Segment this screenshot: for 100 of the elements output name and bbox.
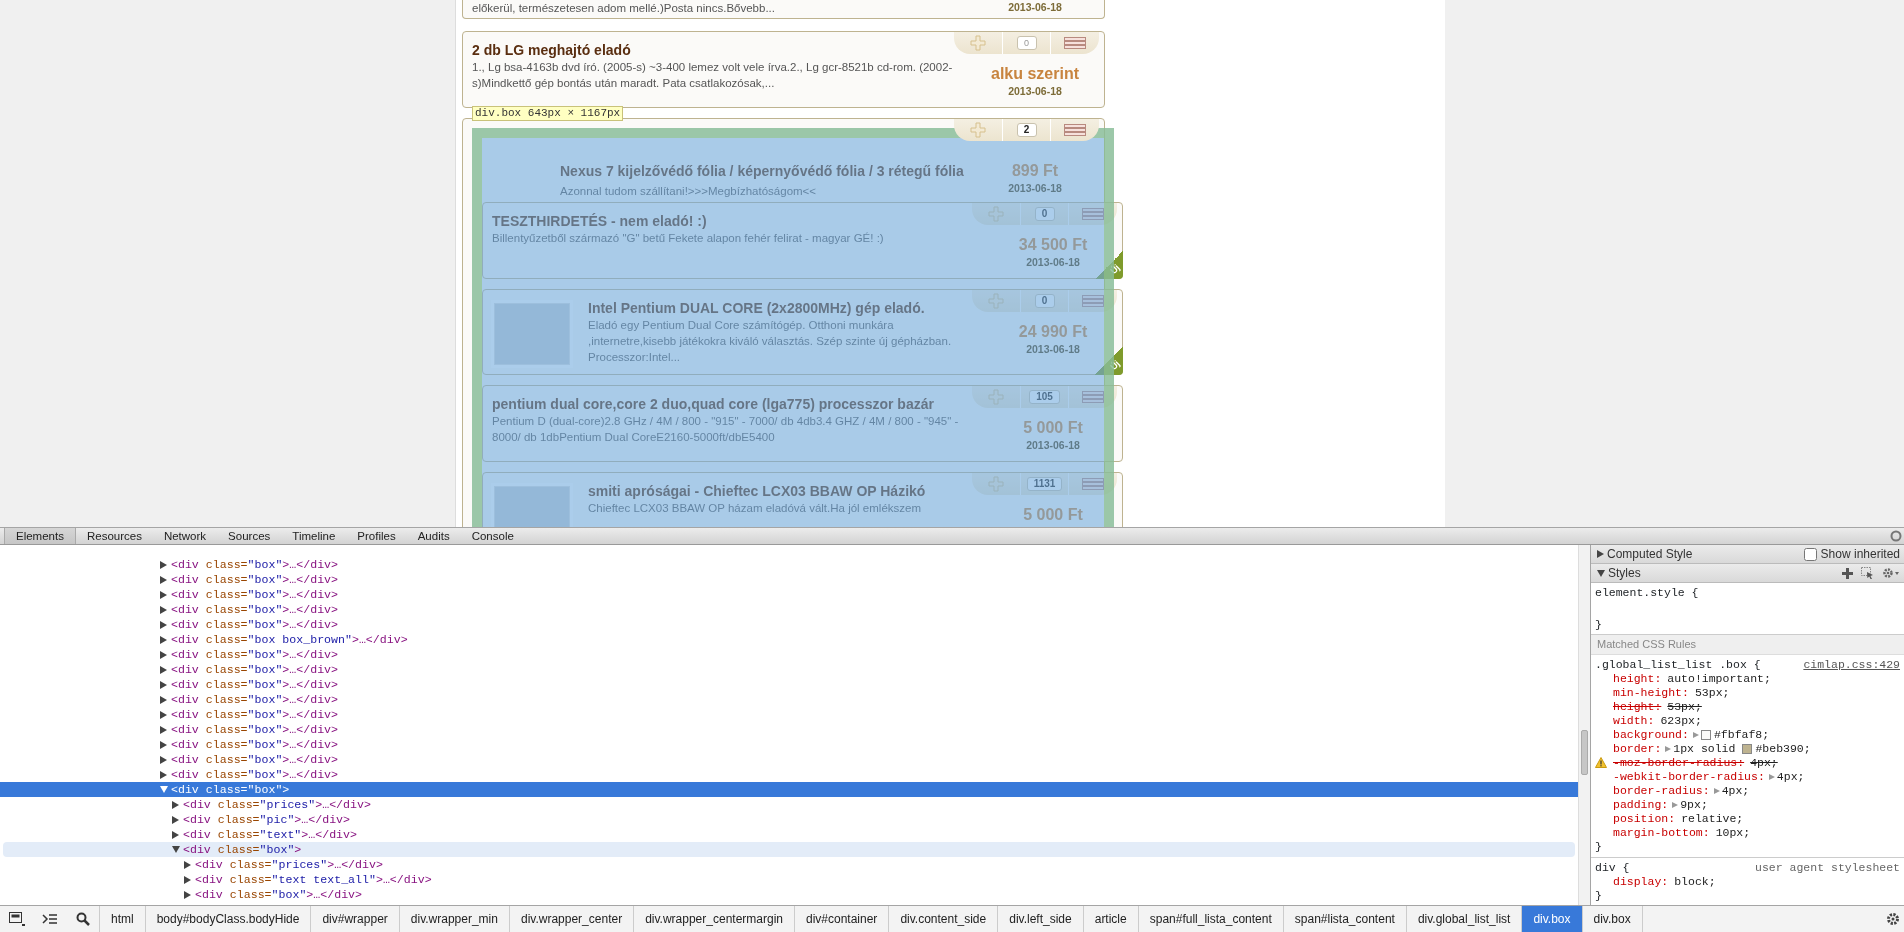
dom-tree-row[interactable]: <div class="prices">…</div>	[0, 857, 1578, 872]
dom-tree-row[interactable]: <div class="box box_brown">…</div>	[0, 632, 1578, 647]
dock-icon[interactable]	[8, 912, 25, 926]
breadcrumb-item[interactable]: div#wrapper	[310, 906, 399, 932]
triangle-right-icon[interactable]	[160, 620, 167, 629]
css-property-name[interactable]: border-radius:	[1613, 783, 1710, 798]
css-property-value[interactable]: #beb390;	[1755, 741, 1811, 756]
devtools-tab[interactable]: Network	[152, 528, 218, 544]
scrollbar[interactable]	[1578, 545, 1590, 905]
scrollbar-thumb[interactable]	[1581, 730, 1588, 775]
triangle-down-icon[interactable]	[172, 846, 180, 853]
triangle-right-icon[interactable]	[184, 890, 191, 899]
color-swatch[interactable]	[1742, 743, 1753, 754]
dom-tree-row[interactable]: <div class="box">…</div>	[0, 692, 1578, 707]
css-property-name[interactable]: min-height:	[1613, 685, 1689, 700]
css-property-name[interactable]: -webkit-border-radius:	[1613, 769, 1765, 784]
css-property-value[interactable]: 1px solid	[1673, 741, 1736, 756]
dom-tree-row[interactable]: <div class="box">…</div>	[0, 887, 1578, 902]
triangle-right-icon[interactable]	[160, 725, 167, 734]
dom-tree-row[interactable]: <div class="box">…</div>	[0, 677, 1578, 692]
triangle-right-icon[interactable]	[160, 650, 167, 659]
css-property-value[interactable]: 53px;	[1667, 699, 1702, 714]
devtools-tab[interactable]: Console	[460, 528, 525, 544]
show-inherited-checkbox[interactable]	[1803, 547, 1817, 561]
dom-tree-row[interactable]: <div class="prices">…</div>	[0, 797, 1578, 812]
dom-tree-row[interactable]: <div class="box">…</div>	[0, 587, 1578, 602]
breadcrumb-item[interactable]: div.box	[1521, 906, 1582, 932]
triangle-right-icon[interactable]	[160, 695, 167, 704]
color-swatch[interactable]	[1700, 729, 1711, 740]
css-property-value[interactable]: 53px;	[1694, 685, 1730, 700]
triangle-right-icon[interactable]	[160, 635, 167, 644]
css-property-name[interactable]: width:	[1613, 713, 1655, 728]
dom-tree-row[interactable]: <div class="box">	[3, 842, 1575, 857]
triangle-right-icon[interactable]	[184, 860, 191, 869]
css-property-value[interactable]: 10px;	[1715, 825, 1751, 840]
css-property-value[interactable]: 9px;	[1680, 797, 1708, 812]
css-property-name[interactable]: margin-bottom:	[1613, 825, 1710, 840]
breadcrumb-item[interactable]: html	[99, 906, 145, 932]
devtools-tab[interactable]: Audits	[406, 528, 461, 544]
triangle-right-icon[interactable]	[160, 710, 167, 719]
dom-tree-row[interactable]: <div class="box">…</div>	[0, 752, 1578, 767]
breadcrumb-item[interactable]: span#lista_content	[1282, 906, 1406, 932]
comment-count-button[interactable]: 2	[1016, 123, 1037, 137]
css-property-name[interactable]: height:	[1613, 671, 1662, 686]
breadcrumb-item[interactable]: div.left_side	[997, 906, 1083, 932]
css-property-name[interactable]: background:	[1613, 727, 1689, 742]
dom-tree-row[interactable]: <div class="box">…</div>	[0, 557, 1578, 572]
breadcrumb-item[interactable]: div.content_side	[888, 906, 998, 932]
gear-icon[interactable]	[1882, 567, 1900, 579]
breadcrumb-item[interactable]: body#bodyClass.bodyHide	[144, 906, 311, 932]
expand-triangle-icon[interactable]	[1665, 745, 1672, 752]
expand-triangle-icon[interactable]	[1768, 773, 1775, 780]
css-property-name[interactable]: border:	[1613, 741, 1662, 756]
expand-triangle-icon[interactable]	[1713, 787, 1720, 794]
triangle-right-icon[interactable]	[160, 755, 167, 764]
css-property-name[interactable]: -moz-border-radius:	[1613, 755, 1745, 770]
triangle-right-icon[interactable]	[160, 575, 167, 584]
css-property-name[interactable]: height:	[1613, 699, 1662, 714]
triangle-right-icon[interactable]	[172, 800, 179, 809]
devtools-tab[interactable]: Elements	[4, 528, 76, 544]
triangle-right-icon[interactable]	[160, 605, 167, 614]
section-title[interactable]: Styles	[1608, 564, 1641, 582]
plus-icon[interactable]	[1842, 567, 1853, 579]
triangle-right-icon[interactable]	[160, 680, 167, 689]
css-property-value[interactable]: block;	[1674, 874, 1716, 889]
search-icon[interactable]	[75, 912, 90, 926]
dom-tree-row[interactable]: <div class="box">…</div>	[0, 617, 1578, 632]
section-title[interactable]: Computed Style	[1607, 545, 1693, 563]
dom-tree-row[interactable]: <div class="box">…</div>	[0, 737, 1578, 752]
triangle-right-icon[interactable]	[160, 665, 167, 674]
triangle-right-icon[interactable]	[160, 590, 167, 599]
breadcrumb-item[interactable]: div.box	[1581, 906, 1642, 932]
breadcrumb-item[interactable]: div.wrapper_min	[398, 906, 509, 932]
breadcrumb-item[interactable]: span#full_lista_content	[1137, 906, 1283, 932]
devtools-tab[interactable]: Profiles	[346, 528, 407, 544]
css-property-value[interactable]: #fbfaf8;	[1713, 727, 1770, 742]
triangle-right-icon[interactable]	[184, 875, 191, 884]
dom-tree-row[interactable]: <div class="pic">…</div>	[0, 812, 1578, 827]
console-icon[interactable]	[41, 913, 58, 925]
css-property-value[interactable]: relative;	[1681, 811, 1744, 826]
css-property-value[interactable]: 4px;	[1750, 755, 1778, 770]
triangle-right-icon[interactable]	[160, 740, 167, 749]
checkbox-label[interactable]: Show inherited	[1820, 545, 1900, 563]
settings-icon[interactable]	[1890, 530, 1902, 542]
css-property-name[interactable]: position:	[1613, 811, 1676, 826]
css-property-value[interactable]: auto!important;	[1667, 671, 1771, 686]
settings-icon[interactable]	[1886, 912, 1900, 926]
dom-tree-row[interactable]: <div class="box">…</div>	[0, 602, 1578, 617]
css-property-value[interactable]: 623px;	[1660, 713, 1702, 728]
devtools-tab[interactable]: Timeline	[281, 528, 347, 544]
breadcrumb-item[interactable]: div.wrapper_centermargin	[633, 906, 794, 932]
css-property-value[interactable]: 4px;	[1776, 769, 1805, 784]
triangle-right-icon[interactable]	[172, 815, 179, 824]
dom-tree-row[interactable]: <div class="text text_all">…</div>	[0, 872, 1578, 887]
css-property-value[interactable]: 4px;	[1721, 783, 1750, 798]
breadcrumb-item[interactable]: div#container	[794, 906, 889, 932]
dom-tree-row[interactable]: <div class="box">…</div>	[0, 572, 1578, 587]
triangle-down-icon[interactable]	[1597, 569, 1605, 577]
css-property-name[interactable]: padding:	[1613, 797, 1669, 812]
triangle-right-icon[interactable]	[160, 560, 167, 569]
